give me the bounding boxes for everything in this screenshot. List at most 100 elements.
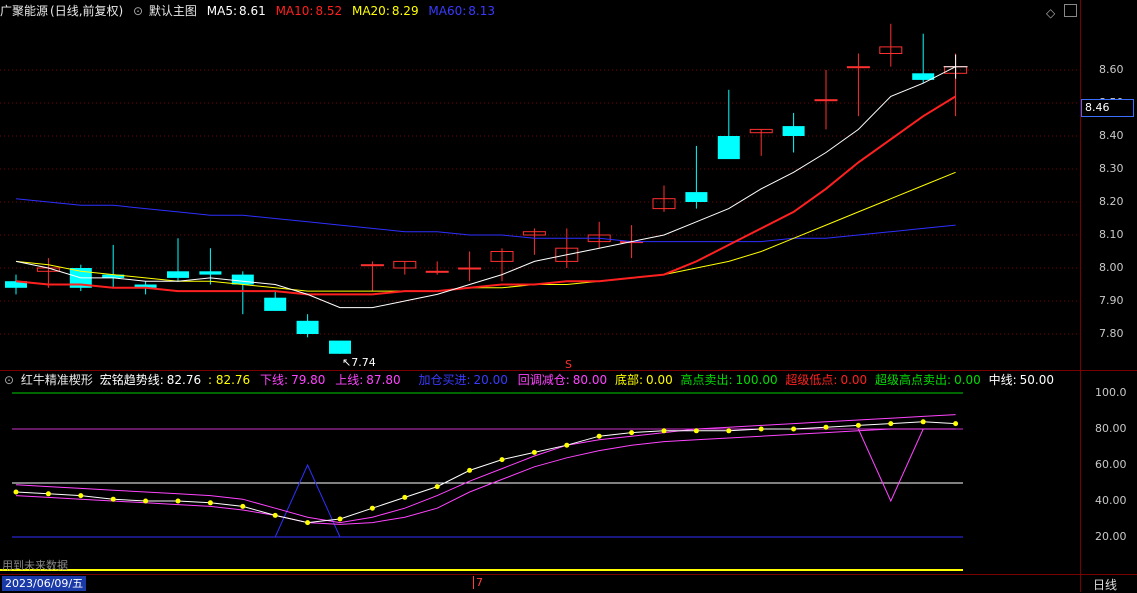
upper-line <box>15 414 956 524</box>
trend-dot <box>467 467 473 473</box>
trend-dot <box>175 498 181 504</box>
trend-dot <box>920 419 926 425</box>
upper-label: 上线: <box>335 373 364 387</box>
candle-body-up <box>425 270 449 273</box>
trend-value2: : 82.76 <box>207 373 251 387</box>
mid-value: 50.00 <box>1019 373 1055 387</box>
trend-dot <box>272 512 278 518</box>
stock-name[interactable]: 广聚能源 <box>0 4 48 18</box>
candle-body-down <box>264 297 287 311</box>
add-label: 加仓买进: <box>418 373 471 387</box>
ma20-line <box>15 171 956 292</box>
ma20-label: MA20: <box>351 4 390 18</box>
indicator-tick: 20.00 <box>1095 530 1127 543</box>
indicator-tick: 40.00 <box>1095 494 1127 507</box>
sell-label: 高点卖出: <box>680 373 733 387</box>
trend-dot <box>888 421 894 427</box>
lower-label: 下线: <box>260 373 289 387</box>
trend-dot <box>78 493 84 499</box>
trend-dot <box>240 503 246 509</box>
trend-dot <box>110 496 116 502</box>
chart-header: 广聚能源 (日线,前复权) ⊙ 默认主图 MA5: 8.61 MA10: 8.52 M… <box>0 0 1080 22</box>
indicator-header: ⊙ 红牛精准楔形 宏铭趋势线: 82.76 : 82.76 下线: 79.80 上线… <box>0 371 1080 389</box>
trend-label: 宏铭趋势线: <box>99 373 164 387</box>
trend-dot <box>855 422 861 428</box>
trend-dot <box>823 424 829 430</box>
candle-body-up <box>360 264 384 267</box>
indicator-axis: 100.0 80.00 60.00 40.00 20.00 <box>1081 386 1137 574</box>
trend-dot <box>693 428 699 434</box>
indicator-tick: 100.0 <box>1095 386 1127 399</box>
expand-icon[interactable] <box>1064 4 1077 17</box>
price-tick: 8.20 <box>1099 195 1124 208</box>
template-dropdown-icon[interactable]: ⊙ <box>133 4 143 18</box>
ma10-label: MA10: <box>275 4 314 18</box>
super-sell-label: 超级高点卖出: <box>875 373 952 387</box>
trend-value: 82.76 <box>166 373 202 387</box>
trend-dot <box>499 457 505 463</box>
trend-dot <box>531 449 537 455</box>
candle-body-up <box>846 66 870 69</box>
ma5-value: 8.61 <box>239 4 266 18</box>
candle-body-down <box>782 126 805 136</box>
low-point-value: 0.00 <box>840 373 868 387</box>
indicator-tick: 80.00 <box>1095 422 1127 435</box>
diamond-icon[interactable]: ◇ <box>1046 6 1055 20</box>
bottom-value: 0.00 <box>646 373 673 387</box>
trend-dot <box>758 426 764 432</box>
trend-dot <box>564 442 570 448</box>
signal-marker: S <box>565 358 572 370</box>
candle-body-down <box>167 271 189 278</box>
reduce-signal-v <box>857 428 924 503</box>
period-tab[interactable]: 日线 <box>1093 576 1117 593</box>
trend-dot <box>143 498 149 504</box>
price-tick: 8.10 <box>1099 228 1124 241</box>
future-data-note: 用到未来数据 <box>2 559 68 572</box>
price-tick: 7.80 <box>1099 327 1124 340</box>
ma60-label: MA60: <box>428 4 467 18</box>
ma5-label: MA5: <box>206 4 238 18</box>
trend-line <box>15 421 956 524</box>
ma10-value: 8.52 <box>315 4 343 18</box>
upper-value: 87.80 <box>366 373 401 387</box>
trend-dot <box>953 421 959 427</box>
super-sell-value: 0.00 <box>954 373 981 387</box>
trend-dot <box>305 520 311 526</box>
price-tick: 8.60 <box>1099 63 1124 76</box>
month-marker: 7 <box>473 576 483 589</box>
trend-dot <box>629 430 635 436</box>
trend-dot <box>596 433 602 439</box>
trend-dot <box>791 426 797 432</box>
candle-body-down <box>296 320 319 334</box>
indicator-settings-icon[interactable]: ⊙ <box>4 373 14 387</box>
current-price-badge: 8.46 <box>1081 99 1134 117</box>
candle-body-down <box>199 271 222 275</box>
candlestick-chart[interactable]: ↖8.71 ↖7.74 S <box>0 22 1080 370</box>
candle-body-up <box>814 99 838 102</box>
reduce-label: 回调减仓: <box>517 373 570 387</box>
price-tick: 8.30 <box>1099 162 1124 175</box>
ma20-value: 8.29 <box>391 4 419 18</box>
trend-dot <box>13 489 19 495</box>
template-label[interactable]: 默认主图 <box>149 4 197 18</box>
low-price-label: ↖7.74 <box>342 356 376 369</box>
price-tick: 8.40 <box>1099 129 1124 142</box>
lower-value: 79.80 <box>291 373 326 387</box>
candle-body-up <box>458 267 482 270</box>
indicator-name[interactable]: 红牛精准楔形 <box>21 373 93 387</box>
candle-body-down <box>329 340 351 354</box>
mid-label: 中线: <box>988 373 1017 387</box>
indicator-chart[interactable] <box>0 389 1080 574</box>
candle-body-down <box>717 136 740 160</box>
ma60-value: 8.13 <box>468 4 495 18</box>
trend-dot <box>726 428 732 434</box>
candle-body-down <box>231 274 254 285</box>
lower-line <box>15 428 956 525</box>
indicator-tick: 60.00 <box>1095 458 1127 471</box>
trend-dot <box>369 505 375 511</box>
ma10-line <box>15 95 957 296</box>
low-point-label: 超级低点: <box>785 373 838 387</box>
trend-dot <box>337 516 343 522</box>
price-tick: 7.90 <box>1099 294 1124 307</box>
trend-dot <box>207 500 213 506</box>
